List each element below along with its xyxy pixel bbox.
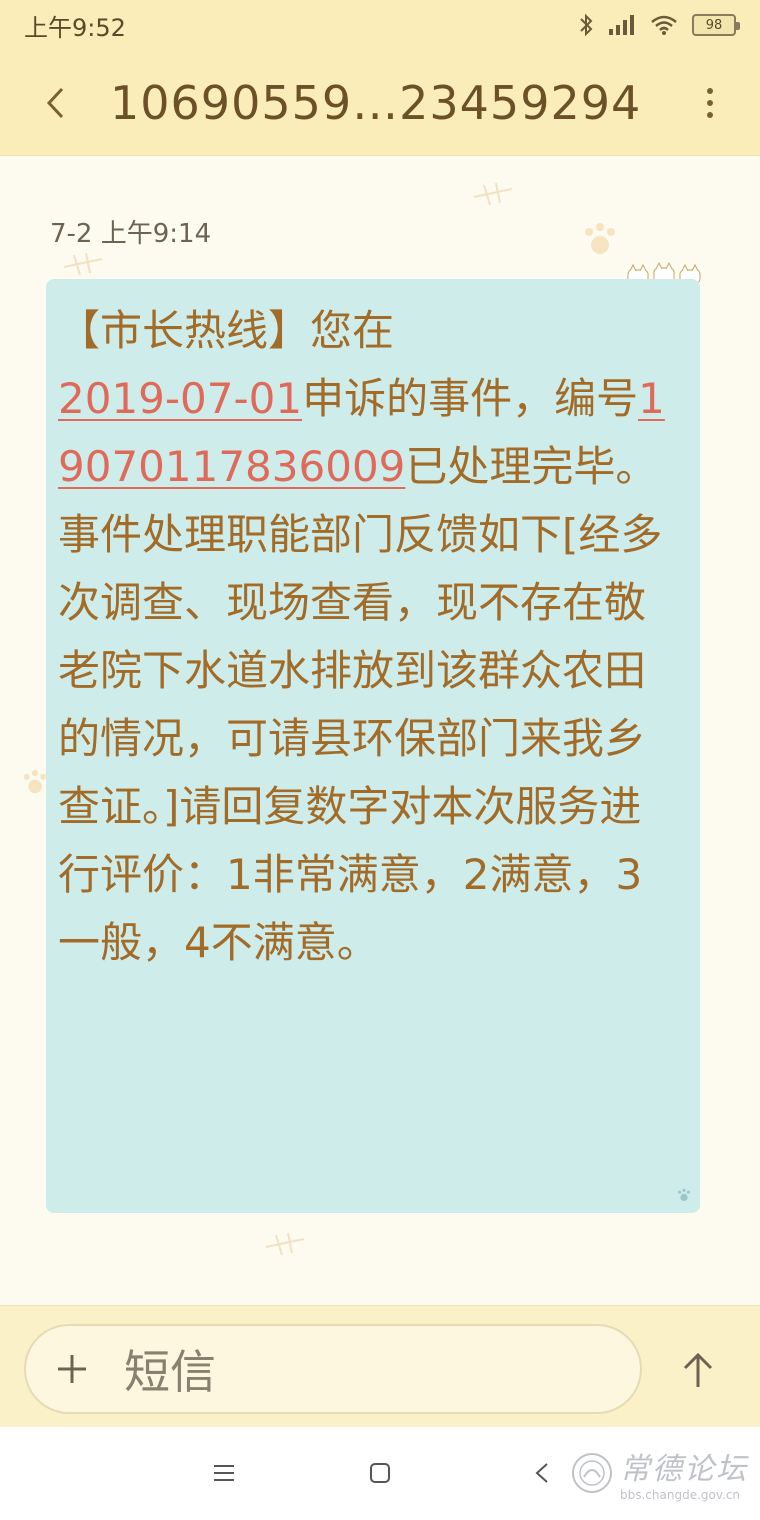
wifi-icon xyxy=(651,15,677,35)
nav-back-button[interactable] xyxy=(522,1453,562,1493)
back-button[interactable] xyxy=(0,50,110,156)
nav-home-button[interactable] xyxy=(360,1453,400,1493)
signal-icon xyxy=(609,15,634,35)
plus-icon xyxy=(58,1355,86,1383)
contact-number-title: 10690559…23459294 xyxy=(110,75,642,130)
dragonfly-icon xyxy=(63,252,103,276)
more-options-button[interactable] xyxy=(660,50,760,156)
input-placeholder: 短信 xyxy=(124,1345,216,1399)
arrow-up-icon xyxy=(683,1352,713,1387)
status-bar: 上午9:52 98 xyxy=(0,0,760,50)
conversation-header: 10690559…23459294 xyxy=(0,50,760,156)
battery-level: 98 xyxy=(705,17,723,33)
battery-indicator: 98 xyxy=(692,14,740,36)
send-button[interactable] xyxy=(666,1338,730,1402)
paw-print-icon xyxy=(678,1188,690,1201)
status-icons: 98 xyxy=(578,13,740,37)
bluetooth-icon xyxy=(580,13,593,37)
dragonfly-icon xyxy=(473,182,513,206)
nav-menu-button[interactable] xyxy=(204,1453,244,1493)
forum-logo-icon xyxy=(572,1453,612,1493)
dragonfly-icon xyxy=(265,1232,305,1256)
forum-watermark: 常德论坛 bbs.changde.gov.cn xyxy=(570,1429,750,1517)
message-list[interactable]: 7-2 上午9:14 【市长热线】您在 2019-07-01申诉的事件，编号190… xyxy=(0,157,760,1305)
more-vertical-icon xyxy=(707,87,713,118)
system-navigation-bar: 常德论坛 bbs.changde.gov.cn xyxy=(0,1427,760,1520)
paw-print-icon xyxy=(585,223,615,254)
message-timestamp: 7-2 上午9:14 xyxy=(50,219,212,249)
message-text: 申诉的事件，编号 xyxy=(302,374,639,423)
date-link[interactable]: 2019-07-01 xyxy=(58,374,302,423)
chevron-left-icon xyxy=(46,87,64,118)
message-text: 【市长热线】您在 xyxy=(58,306,395,355)
message-text: 已处理完毕。事件处理职能部门反馈如下[经多次调查、现场查看，现不存在敬老院下水道… xyxy=(58,442,663,967)
watermark-text: 常德论坛 bbs.changde.gov.cn xyxy=(620,1444,748,1502)
received-message-bubble[interactable]: 【市长热线】您在 2019-07-01申诉的事件，编号19070117836009… xyxy=(46,279,700,1213)
attach-button[interactable] xyxy=(50,1347,94,1391)
triangle-back-icon xyxy=(535,1463,548,1483)
status-time: 上午9:52 xyxy=(24,13,126,42)
menu-icon xyxy=(214,1465,234,1481)
watermark-url: bbs.changde.gov.cn xyxy=(620,1488,741,1502)
watermark-title: 常德论坛 xyxy=(620,1452,748,1487)
message-input[interactable]: 短信 xyxy=(24,1324,642,1414)
sms-conversation-screen: 上午9:52 98 10690559…23459294 7-2 上午9:14 【… xyxy=(0,0,760,1520)
compose-bar: 短信 xyxy=(0,1305,760,1427)
square-icon xyxy=(370,1463,390,1483)
